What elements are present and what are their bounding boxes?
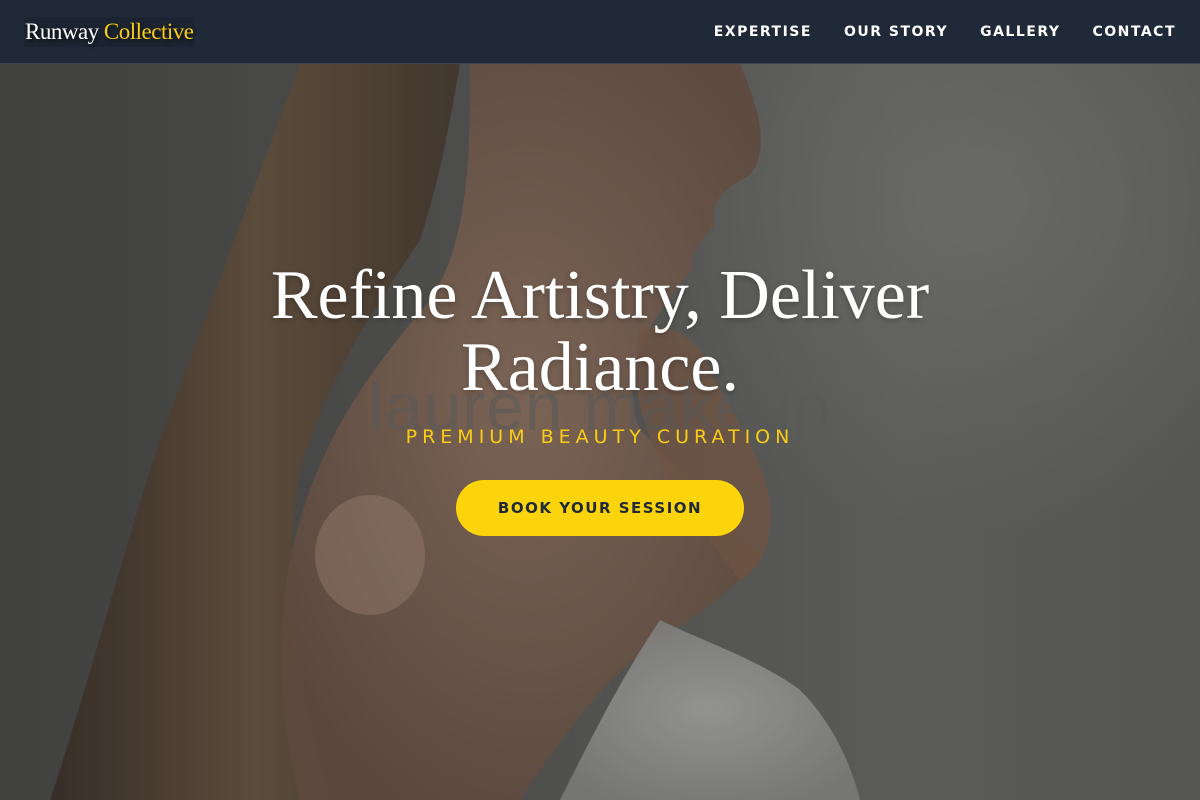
hero-headline: Refine Artistry, Deliver Radiance. bbox=[270, 257, 930, 406]
hero-content: Refine Artistry, Deliver Radiance. PREMI… bbox=[0, 260, 1200, 536]
book-session-button[interactable]: BOOK YOUR SESSION bbox=[456, 480, 744, 536]
brand-logo[interactable]: Runway Collective bbox=[24, 16, 195, 47]
logo-accent-text: Collective bbox=[103, 18, 194, 44]
nav-contact[interactable]: CONTACT bbox=[1092, 24, 1176, 40]
nav-our-story[interactable]: OUR STORY bbox=[844, 24, 948, 40]
site-header: Runway Collective EXPERTISE OUR STORY GA… bbox=[0, 0, 1200, 64]
hero-tagline: PREMIUM BEAUTY CURATION bbox=[405, 426, 795, 448]
main-nav: EXPERTISE OUR STORY GALLERY CONTACT bbox=[714, 24, 1176, 40]
nav-gallery[interactable]: GALLERY bbox=[980, 24, 1060, 40]
logo-main-text: Runway bbox=[25, 18, 99, 44]
nav-expertise[interactable]: EXPERTISE bbox=[714, 24, 812, 40]
